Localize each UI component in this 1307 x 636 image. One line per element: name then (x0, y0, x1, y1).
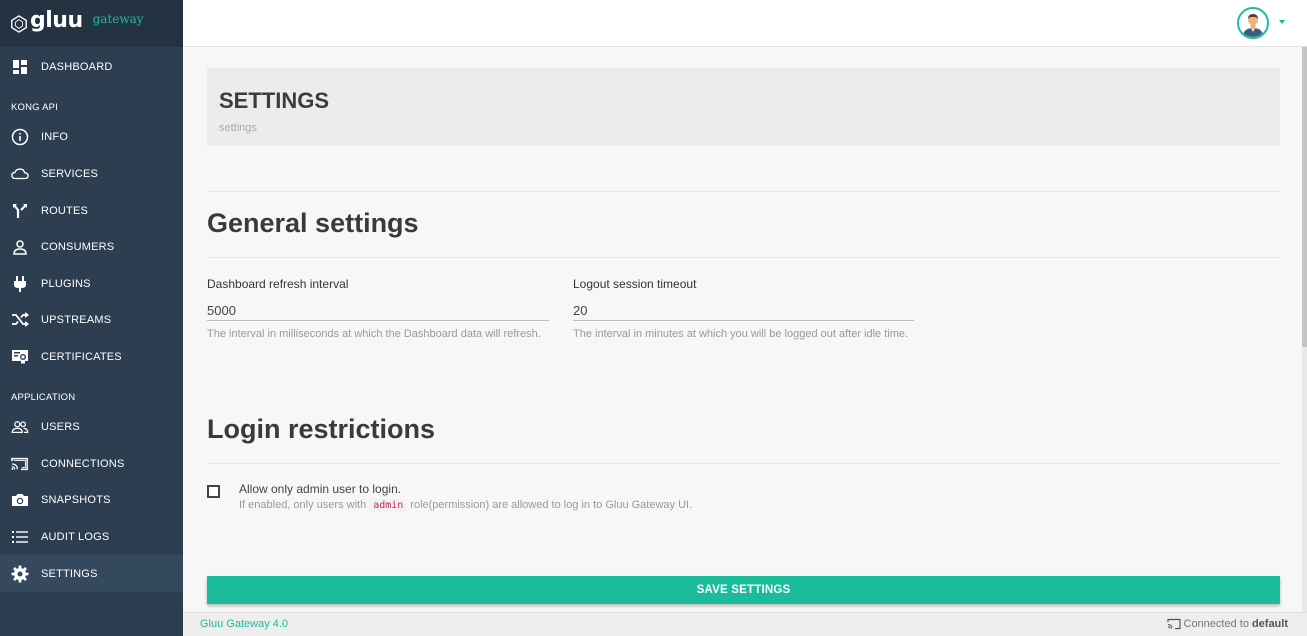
plug-icon (11, 275, 29, 293)
admin-only-label[interactable]: Allow only admin user to login. (239, 482, 401, 496)
logout-timeout-label: Logout session timeout (573, 277, 697, 291)
sidebar: gluu gateway DASHBOARD KONG API INFO SER… (0, 0, 183, 636)
routes-icon (11, 202, 29, 220)
admin-only-help: If enabled, only users with admin role(per… (239, 499, 693, 512)
avatar-icon (1239, 9, 1267, 37)
sidebar-item-label: UPSTREAMS (41, 313, 112, 326)
user-avatar[interactable] (1237, 7, 1269, 39)
login-restrictions-title: Login restrictions (207, 414, 436, 444)
connection-name: default (1251, 618, 1288, 630)
refresh-interval-help: The interval in milliseconds at which th… (207, 328, 541, 340)
sidebar-item-label: USERS (41, 420, 80, 433)
sidebar-item-info[interactable]: INFO (0, 118, 183, 155)
admin-code: admin (369, 499, 408, 512)
sidebar-item-label: CERTIFICATES (41, 350, 122, 363)
sidebar-item-routes[interactable]: ROUTES (0, 192, 183, 229)
person-icon (11, 238, 29, 256)
sidebar-item-label: SNAPSHOTS (41, 493, 111, 506)
sidebar-item-upstreams[interactable]: UPSTREAMS (0, 301, 183, 338)
logout-timeout-input[interactable] (573, 301, 914, 321)
sidebar-item-label: SETTINGS (41, 567, 98, 580)
certificate-icon (11, 348, 29, 366)
sidebar-item-services[interactable]: SERVICES (0, 155, 183, 192)
scrollbar[interactable] (1302, 47, 1307, 613)
connection-status[interactable]: Connected to default (1166, 618, 1288, 630)
sidebar-item-label: AUDIT LOGS (41, 530, 110, 543)
connection-prefix: Connected to (1183, 618, 1249, 630)
cast-icon (11, 455, 29, 473)
logo-text[interactable]: gluu (30, 9, 83, 32)
sidebar-item-audit-logs[interactable]: AUDIT LOGS (0, 518, 183, 555)
logout-timeout-help: The interval in minutes at which you wil… (573, 328, 909, 340)
version-link[interactable]: Gluu Gateway 4.0 (200, 618, 288, 630)
sidebar-section-kong-api: KONG API (11, 102, 59, 113)
help-suffix: role(permission) are allowed to log in t… (410, 499, 693, 511)
refresh-interval-label: Dashboard refresh interval (207, 277, 349, 291)
general-settings-title: General settings (207, 208, 419, 238)
admin-only-checkbox[interactable] (207, 485, 220, 498)
page-title: SETTINGS (219, 88, 330, 113)
sidebar-item-label: ROUTES (41, 204, 89, 217)
scrollbar-thumb[interactable] (1302, 47, 1307, 347)
gear-icon (11, 565, 29, 583)
sidebar-item-label: SERVICES (41, 167, 99, 180)
sidebar-item-certificates[interactable]: CERTIFICATES (0, 338, 183, 375)
sidebar-item-snapshots[interactable]: SNAPSHOTS (0, 481, 183, 518)
sidebar-header: gluu gateway (0, 0, 183, 47)
sidebar-item-label: PLUGINS (41, 277, 91, 290)
dashboard-icon (11, 58, 29, 76)
camera-icon (11, 491, 29, 509)
save-settings-button[interactable]: SAVE SETTINGS (207, 576, 1280, 604)
footer: Gluu Gateway 4.0 Connected to default (183, 612, 1307, 636)
people-icon (11, 418, 29, 436)
list-icon (11, 528, 29, 546)
top-bar (183, 0, 1307, 47)
shuffle-icon (11, 311, 29, 329)
logo-icon (11, 14, 27, 33)
sidebar-item-label: CONNECTIONS (41, 457, 125, 470)
sidebar-item-label: CONSUMERS (41, 240, 115, 253)
sidebar-item-plugins[interactable]: PLUGINS (0, 265, 183, 302)
divider (207, 463, 1280, 464)
sidebar-item-connections[interactable]: CONNECTIONS (0, 445, 183, 482)
help-prefix: If enabled, only users with (239, 499, 367, 511)
refresh-interval-input[interactable] (207, 301, 549, 321)
sidebar-item-consumers[interactable]: CONSUMERS (0, 228, 183, 265)
divider (207, 191, 1280, 192)
logo-subtitle: gateway (92, 11, 144, 26)
cloud-icon (11, 165, 29, 183)
page-header: SETTINGS settings (207, 68, 1280, 146)
breadcrumb: settings (219, 122, 257, 134)
sidebar-item-label: INFO (41, 130, 69, 143)
info-icon (11, 128, 29, 146)
sidebar-item-settings[interactable]: SETTINGS (0, 555, 183, 592)
sidebar-item-users[interactable]: USERS (0, 408, 183, 445)
sidebar-item-label: DASHBOARD (41, 60, 113, 73)
cast-icon (1166, 618, 1181, 630)
sidebar-item-dashboard[interactable]: DASHBOARD (0, 48, 183, 85)
divider (207, 257, 1280, 258)
chevron-down-icon[interactable] (1279, 20, 1285, 24)
sidebar-section-application: APPLICATION (11, 392, 76, 403)
